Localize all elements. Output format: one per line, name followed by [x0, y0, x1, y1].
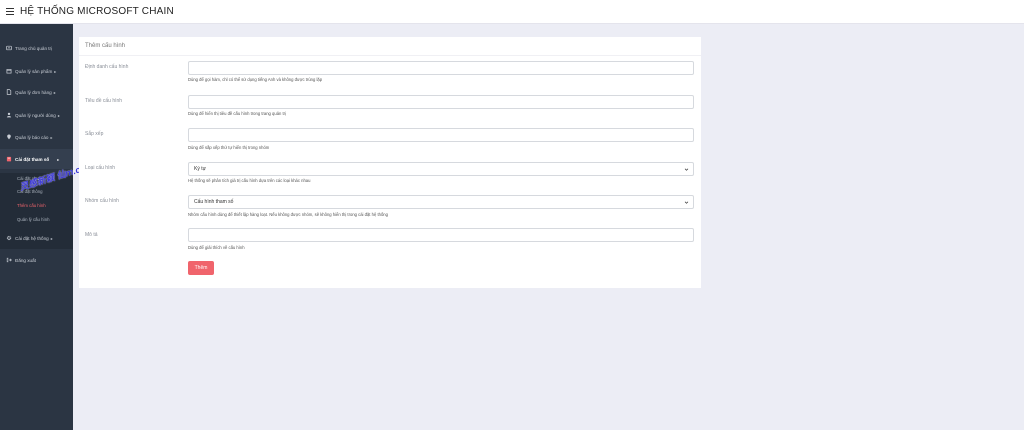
sidebar-item-dashboard[interactable]: Trang chủ quản trị [0, 38, 73, 58]
top-bar: HỆ THỐNG MICROSOFT CHAIN [0, 0, 1024, 24]
submenu-item-add-config[interactable]: Thêm cấu hình [17, 203, 46, 208]
config-group-value: Cấu hình tham số [194, 199, 234, 205]
sidebar-item-users[interactable]: Quản lý người dùng ▸ [0, 105, 73, 125]
user-icon [6, 112, 12, 118]
sort-order-input[interactable] [188, 128, 694, 142]
sidebar-item-label: Cài đặt tham số [15, 156, 50, 162]
sidebar-item-logout[interactable]: Đăng xuất [0, 250, 73, 270]
logout-icon [6, 257, 12, 263]
chevron-down-icon [684, 168, 689, 171]
sidebar-item-label: Trang chủ quản trị [15, 45, 53, 51]
config-type-help: Hệ thống sẽ phân tích giá trị cấu hình d… [188, 178, 311, 183]
sidebar-item-reports[interactable]: Quản lý báo cáo ▸ [0, 127, 73, 147]
chevron-down-icon [684, 201, 689, 204]
sidebar-item-label: Cài đặt hệ thống [15, 235, 49, 241]
sidebar-item-label: Quản lý báo cáo [15, 134, 49, 140]
sort-order-label: Sắp xếp [85, 131, 104, 137]
config-type-select[interactable]: Ký tự [188, 162, 694, 176]
card-divider [79, 55, 701, 56]
caret-right-icon: ▸ [50, 235, 53, 241]
add-button[interactable]: Thêm [188, 261, 214, 275]
config-type-label: Loại cấu hình [85, 165, 116, 171]
description-help: Dùng để giải thích về cấu hình [188, 245, 245, 250]
settings-book-icon [6, 156, 12, 162]
dashboard-icon [6, 45, 12, 51]
box-icon [6, 68, 12, 74]
document-icon [6, 89, 12, 95]
description-label: Mô tả [85, 232, 98, 238]
card-title: Thêm cấu hình [85, 43, 126, 49]
config-group-select[interactable]: Cấu hình tham số [188, 195, 694, 209]
caret-right-icon: ▸ [53, 89, 56, 95]
map-pin-icon [6, 134, 12, 140]
hamburger-menu-icon[interactable] [6, 8, 14, 15]
submenu-item-manage-config[interactable]: Quản lý cấu hình [17, 217, 50, 222]
sidebar-item-orders[interactable]: Quản lý đơn hàng ▸ [0, 82, 73, 102]
config-key-help: Dùng để gọi hàm, chỉ có thể sử dụng tiến… [188, 77, 323, 82]
sidebar-item-parameter-settings[interactable]: Cài đặt tham số ▸ [0, 149, 73, 169]
sidebar: Trang chủ quản trị Quản lý sản phẩm ▸ Qu… [0, 24, 73, 430]
caret-down-icon: ▸ [57, 156, 60, 162]
sidebar-item-label: Quản lý người dùng [15, 112, 56, 118]
sidebar-item-label: Đăng xuất [15, 257, 36, 263]
caret-right-icon: ▸ [57, 112, 60, 118]
config-group-help: Nhóm cấu hình dùng để thiết lập hàng loạ… [188, 212, 388, 217]
description-input[interactable] [188, 228, 694, 242]
caret-right-icon: ▸ [54, 68, 57, 74]
sidebar-item-label: Quản lý sản phẩm [15, 68, 53, 74]
sidebar-item-label: Quản lý đơn hàng [15, 89, 52, 95]
config-title-input[interactable] [188, 95, 694, 109]
submenu-item-info-settings[interactable]: Cài đặt thông [17, 189, 43, 194]
config-type-value: Ký tự [194, 166, 206, 172]
add-config-card: Thêm cấu hình Định danh cấu hình Dùng để… [79, 37, 701, 288]
config-key-input[interactable] [188, 61, 694, 75]
sort-order-help: Dùng để sắp xếp thứ tự hiển thị trong nh… [188, 145, 270, 150]
config-title-help: Dùng để hiển thị tiêu đề cấu hình trong … [188, 111, 287, 116]
submenu-item-general-settings[interactable]: Cài đặt chung [17, 176, 44, 181]
sidebar-item-system-settings[interactable]: Cài đặt hệ thống ▸ [0, 228, 73, 248]
caret-right-icon: ▸ [50, 134, 53, 140]
config-key-label: Định danh cấu hình [85, 64, 129, 70]
app-title: HỆ THỐNG MICROSOFT CHAIN [20, 6, 174, 17]
gear-icon [6, 235, 12, 241]
sidebar-item-products[interactable]: Quản lý sản phẩm ▸ [0, 61, 73, 81]
config-group-label: Nhóm cấu hình [85, 198, 119, 204]
config-title-label: Tiêu đề cấu hình [85, 98, 123, 104]
